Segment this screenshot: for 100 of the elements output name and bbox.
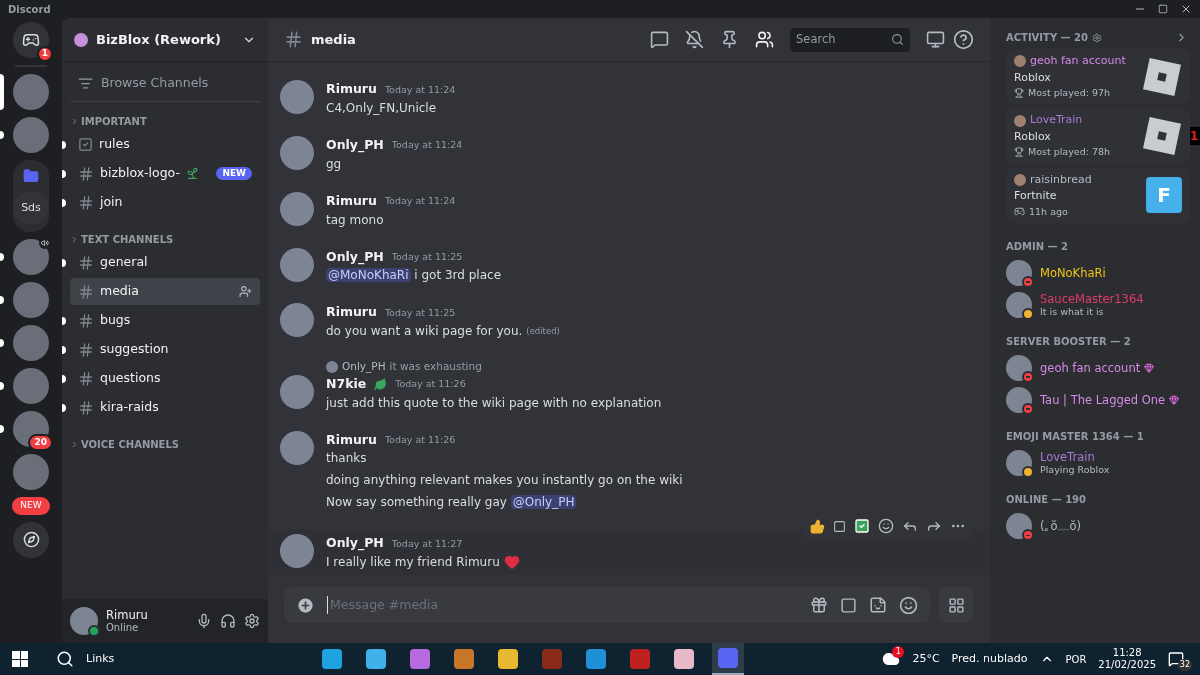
channel-name: media (100, 282, 139, 301)
author-name[interactable]: Only_PH (326, 136, 384, 155)
add-reaction-icon[interactable] (878, 518, 894, 535)
activity-card[interactable]: raisinbread Fortnite 11h ago F (1006, 167, 1190, 223)
channel-title: media (311, 30, 356, 49)
unread-indicator (62, 169, 66, 178)
timestamp: Today at 11:24 (384, 194, 456, 208)
user-mention[interactable]: @Only_PH (510, 495, 577, 510)
channel-item[interactable]: general (70, 249, 260, 276)
category-header[interactable]: VOICE CHANNELS (70, 437, 260, 452)
activity-detail: Most played: 97h (1028, 86, 1111, 100)
activity-detail: Most played: 78h (1028, 145, 1111, 160)
member-item[interactable]: SauceMaster1364 It is what it is (1006, 291, 1200, 318)
emoji-icon[interactable] (899, 595, 918, 615)
member-item[interactable]: (｡ŏ﹏ŏ) (1006, 513, 1200, 540)
unread-indicator (62, 198, 66, 207)
headphones-icon[interactable] (220, 613, 236, 629)
check-mark-icon[interactable] (854, 518, 870, 535)
hash-icon (78, 370, 94, 387)
help-icon[interactable] (953, 29, 974, 50)
avatar (280, 247, 314, 282)
avatar (280, 534, 314, 569)
channel-item[interactable]: bugs (70, 307, 260, 334)
channel-item[interactable]: kira-raids (70, 394, 260, 421)
channel-item[interactable]: media (70, 278, 260, 305)
member-status: It is what it is (1040, 306, 1105, 318)
close-icon[interactable] (1180, 3, 1192, 15)
reply-preview[interactable]: it was exhausting (389, 359, 482, 375)
language-indicator[interactable]: POR (1065, 651, 1087, 667)
message-text: do you want a wiki page for you. (326, 323, 523, 340)
member-item[interactable]: Tau | The Lagged One (1006, 387, 1200, 413)
reply-author[interactable]: Only_PH (342, 359, 386, 375)
username: Rimuru (106, 607, 149, 622)
browse-channels-link[interactable]: Browse Channels (70, 70, 260, 102)
unread-indicator (62, 258, 66, 267)
hash-icon (78, 312, 94, 329)
member-list-icon[interactable] (755, 30, 774, 49)
category-header[interactable]: IMPORTANT (70, 114, 260, 129)
rules-channel-icon (78, 137, 93, 152)
member-item[interactable]: LoveTrain Playing Roblox (1006, 450, 1200, 477)
author-name[interactable]: Rimuru (326, 430, 377, 450)
explore-button[interactable] (13, 521, 49, 558)
channel-item[interactable]: rules (70, 131, 260, 158)
server-icon[interactable] (13, 239, 49, 275)
author-name[interactable]: Rimuru (326, 80, 377, 99)
chevron-right-icon (70, 117, 79, 126)
user-mention[interactable]: @MoNoKhaRi (326, 268, 411, 283)
add-attachment-icon[interactable] (296, 595, 315, 615)
sticker-icon[interactable] (869, 596, 887, 614)
temperature: 25°C (912, 650, 940, 667)
start-icon[interactable] (12, 651, 28, 667)
search-label[interactable]: Links (86, 650, 115, 668)
activity-card[interactable]: LoveTrain Roblox Most played: 78h (1006, 108, 1190, 164)
author-name[interactable]: N7kie (326, 374, 367, 394)
maximize-icon[interactable] (1158, 4, 1168, 14)
server-icon[interactable] (13, 368, 49, 404)
taskbar-app[interactable] (712, 643, 745, 675)
hash-icon (78, 165, 94, 182)
gift-icon[interactable] (810, 596, 828, 614)
member-name: LoveTrain (1040, 450, 1095, 465)
server-name: BizBlox (Rework) (96, 30, 222, 49)
search-field[interactable]: Search (790, 27, 910, 52)
invite-icon[interactable] (239, 285, 252, 298)
microphone-icon[interactable] (196, 613, 212, 629)
channel-item[interactable]: questions (70, 365, 260, 392)
author-name[interactable]: Only_PH (326, 534, 384, 553)
member-item[interactable]: geoh fan account (1006, 355, 1200, 381)
muted-bell-icon[interactable] (685, 30, 704, 49)
author-name[interactable]: Rimuru (326, 191, 377, 211)
section-header: SERVER BOOSTER — 2 (1006, 335, 1132, 349)
apps-button[interactable] (938, 587, 974, 623)
clock-date: 21/02/2025 (1098, 659, 1156, 672)
channel-item[interactable]: bizblox-logo- NEW (70, 160, 260, 187)
new-badge[interactable]: NEW (12, 497, 50, 515)
thumbs-up-icon[interactable] (810, 518, 825, 534)
member-item[interactable]: MoNoKhaRi (1006, 259, 1200, 286)
server-icon[interactable] (13, 325, 49, 361)
search-icon[interactable] (56, 650, 74, 668)
pin-icon[interactable] (720, 30, 739, 49)
activity-card[interactable]: geoh fan account Roblox Most played: 97h (1006, 49, 1190, 105)
author-name[interactable]: Only_PH (326, 247, 384, 267)
channel-item[interactable]: join (70, 189, 260, 216)
server-icon[interactable] (13, 117, 49, 153)
timestamp: Today at 11:24 (391, 138, 463, 153)
server-icon[interactable] (13, 282, 49, 318)
channel-item[interactable]: suggestion (70, 336, 260, 363)
channel-name: questions (100, 369, 161, 388)
settings-icon[interactable] (244, 613, 260, 629)
category-header[interactable]: TEXT CHANNELS (70, 232, 260, 247)
unread-indicator (62, 403, 66, 412)
member-name: (｡ŏ﹏ŏ) (1040, 519, 1082, 534)
avatar (280, 191, 314, 226)
author-name[interactable]: Rimuru (326, 303, 377, 322)
server-icon[interactable] (13, 454, 49, 490)
unread-indicator (62, 140, 66, 149)
channel-name: general (100, 253, 148, 272)
home-button[interactable]: 1 (13, 22, 49, 58)
gamepad-icon (1014, 206, 1025, 218)
server-icon[interactable] (13, 74, 49, 110)
server-folder[interactable]: Sds (13, 160, 49, 232)
